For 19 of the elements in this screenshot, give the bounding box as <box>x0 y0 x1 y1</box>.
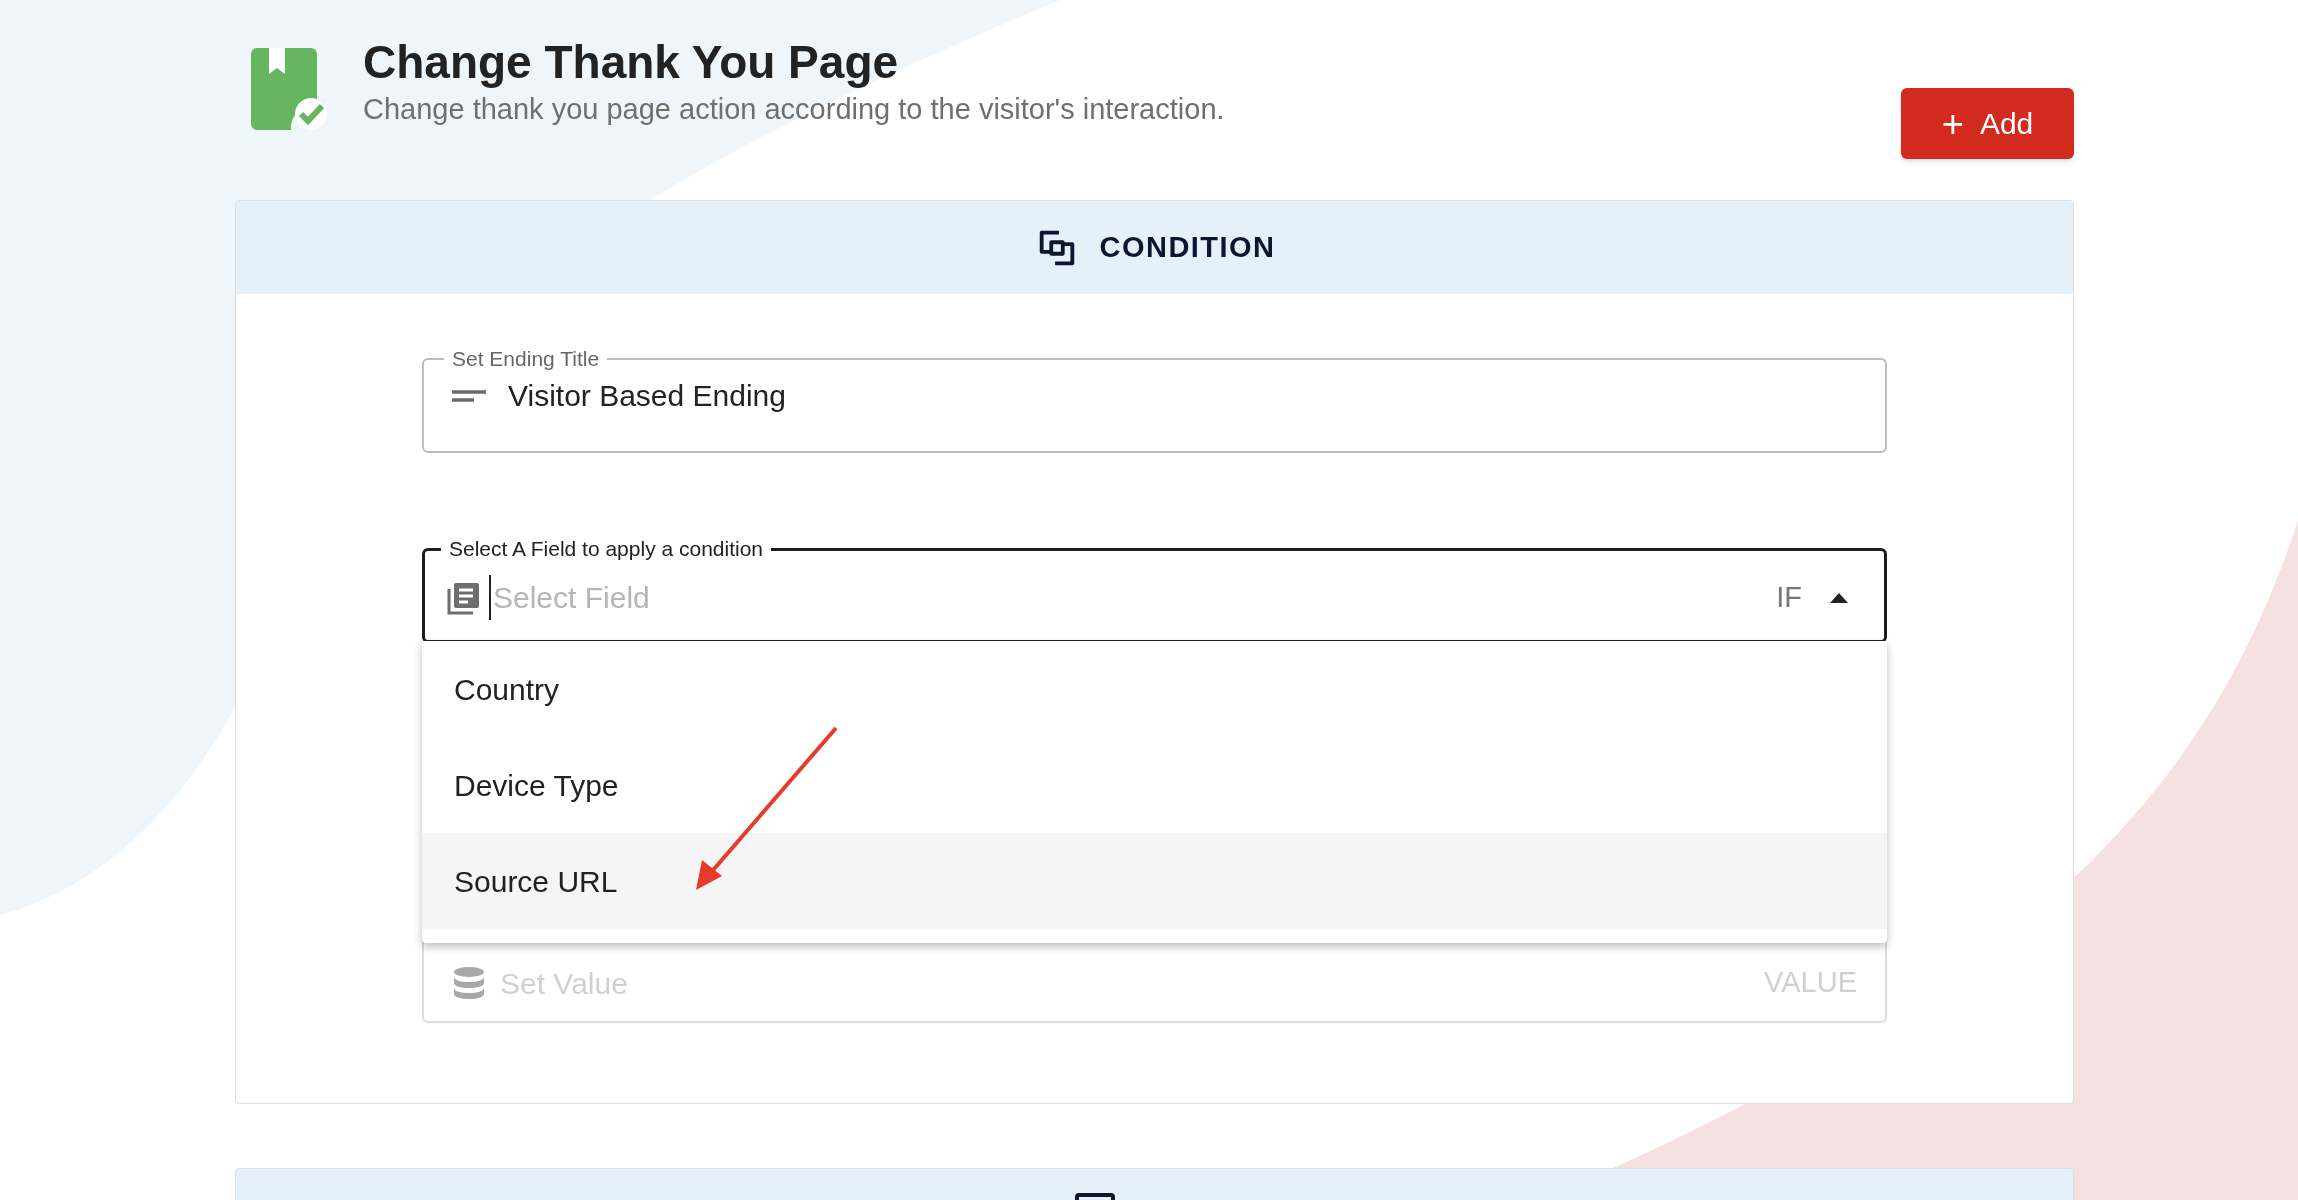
field-label: Select A Field to apply a condition <box>448 536 765 562</box>
field-value: Visitor Based Ending <box>508 378 786 414</box>
dropdown-item[interactable]: Source URL <box>422 833 1887 929</box>
plus-icon: + <box>1941 104 1964 143</box>
if-label: IF <box>1776 579 1802 615</box>
database-icon <box>452 966 486 1000</box>
dropdown-item[interactable]: Device Type <box>422 737 1887 833</box>
page-subtitle: Change thank you page action according to the visitor's interaction. <box>363 92 1225 127</box>
text-lines-icon <box>452 389 486 402</box>
condition-icon <box>1074 1193 1115 1200</box>
select-field-placeholder: Select Field <box>489 575 650 620</box>
add-button[interactable]: + Add <box>1901 88 2074 159</box>
list-icon <box>447 580 481 615</box>
page-title: Change Thank You Page <box>363 35 900 90</box>
bookmark-check-icon <box>251 46 327 130</box>
field-label: Set Ending Title <box>451 346 601 372</box>
dropdown-item[interactable]: Country <box>422 641 1887 737</box>
caret-up-icon[interactable] <box>1830 592 1848 603</box>
card-title: CONDITION <box>1099 229 1276 265</box>
